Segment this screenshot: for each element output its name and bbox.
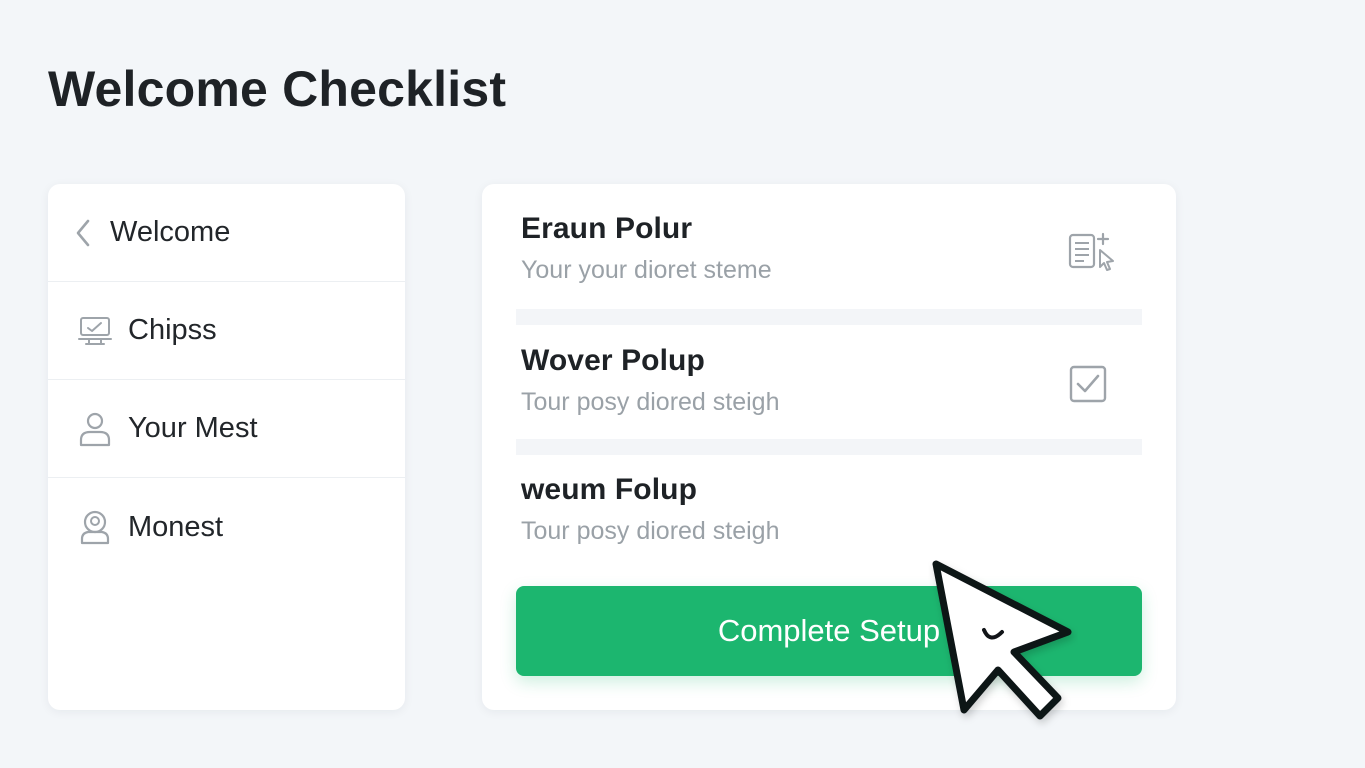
sidebar-item-label: Chipss xyxy=(128,314,217,346)
chevron-left-icon[interactable] xyxy=(74,216,92,250)
monitor-icon xyxy=(78,314,112,348)
sidebar-item-label: Welcome xyxy=(110,216,231,248)
checklist-card: Eraun Polur Your your dioret steme Wover… xyxy=(482,184,1176,710)
task-subtitle: Tour posy diored steigh xyxy=(521,388,780,416)
sidebar-item-monest[interactable]: Monest xyxy=(48,478,405,576)
checklist-item[interactable]: Eraun Polur Your your dioret steme xyxy=(516,184,1142,304)
checkbox-checked-icon[interactable] xyxy=(1062,362,1114,406)
task-title: weum Folup xyxy=(521,473,697,506)
sidebar-item-label: Your Mest xyxy=(128,412,258,444)
page-title: Welcome Checklist xyxy=(48,61,507,117)
user-badge-icon xyxy=(78,510,112,545)
sidebar-item-your-mest[interactable]: Your Mest xyxy=(48,380,405,478)
sidebar-item-welcome[interactable]: Welcome xyxy=(48,184,405,282)
sidebar-item-chipss[interactable]: Chipss xyxy=(48,282,405,380)
checklist-item[interactable]: weum Folup Tour posy diored steigh xyxy=(516,445,1142,565)
task-subtitle: Your your dioret steme xyxy=(521,256,772,284)
complete-setup-button[interactable]: Complete Setup xyxy=(516,586,1142,676)
sidebar: Welcome Chipss Your Mest Monest xyxy=(48,184,405,710)
task-subtitle: Tour posy diored steigh xyxy=(521,517,780,545)
sidebar-item-label: Monest xyxy=(128,510,224,543)
user-icon xyxy=(78,412,112,446)
task-title: Eraun Polur xyxy=(521,212,693,245)
checklist-item[interactable]: Wover Polup Tour posy diored steigh xyxy=(516,316,1142,436)
task-title: Wover Polup xyxy=(521,344,705,377)
document-add-icon[interactable] xyxy=(1066,230,1118,274)
